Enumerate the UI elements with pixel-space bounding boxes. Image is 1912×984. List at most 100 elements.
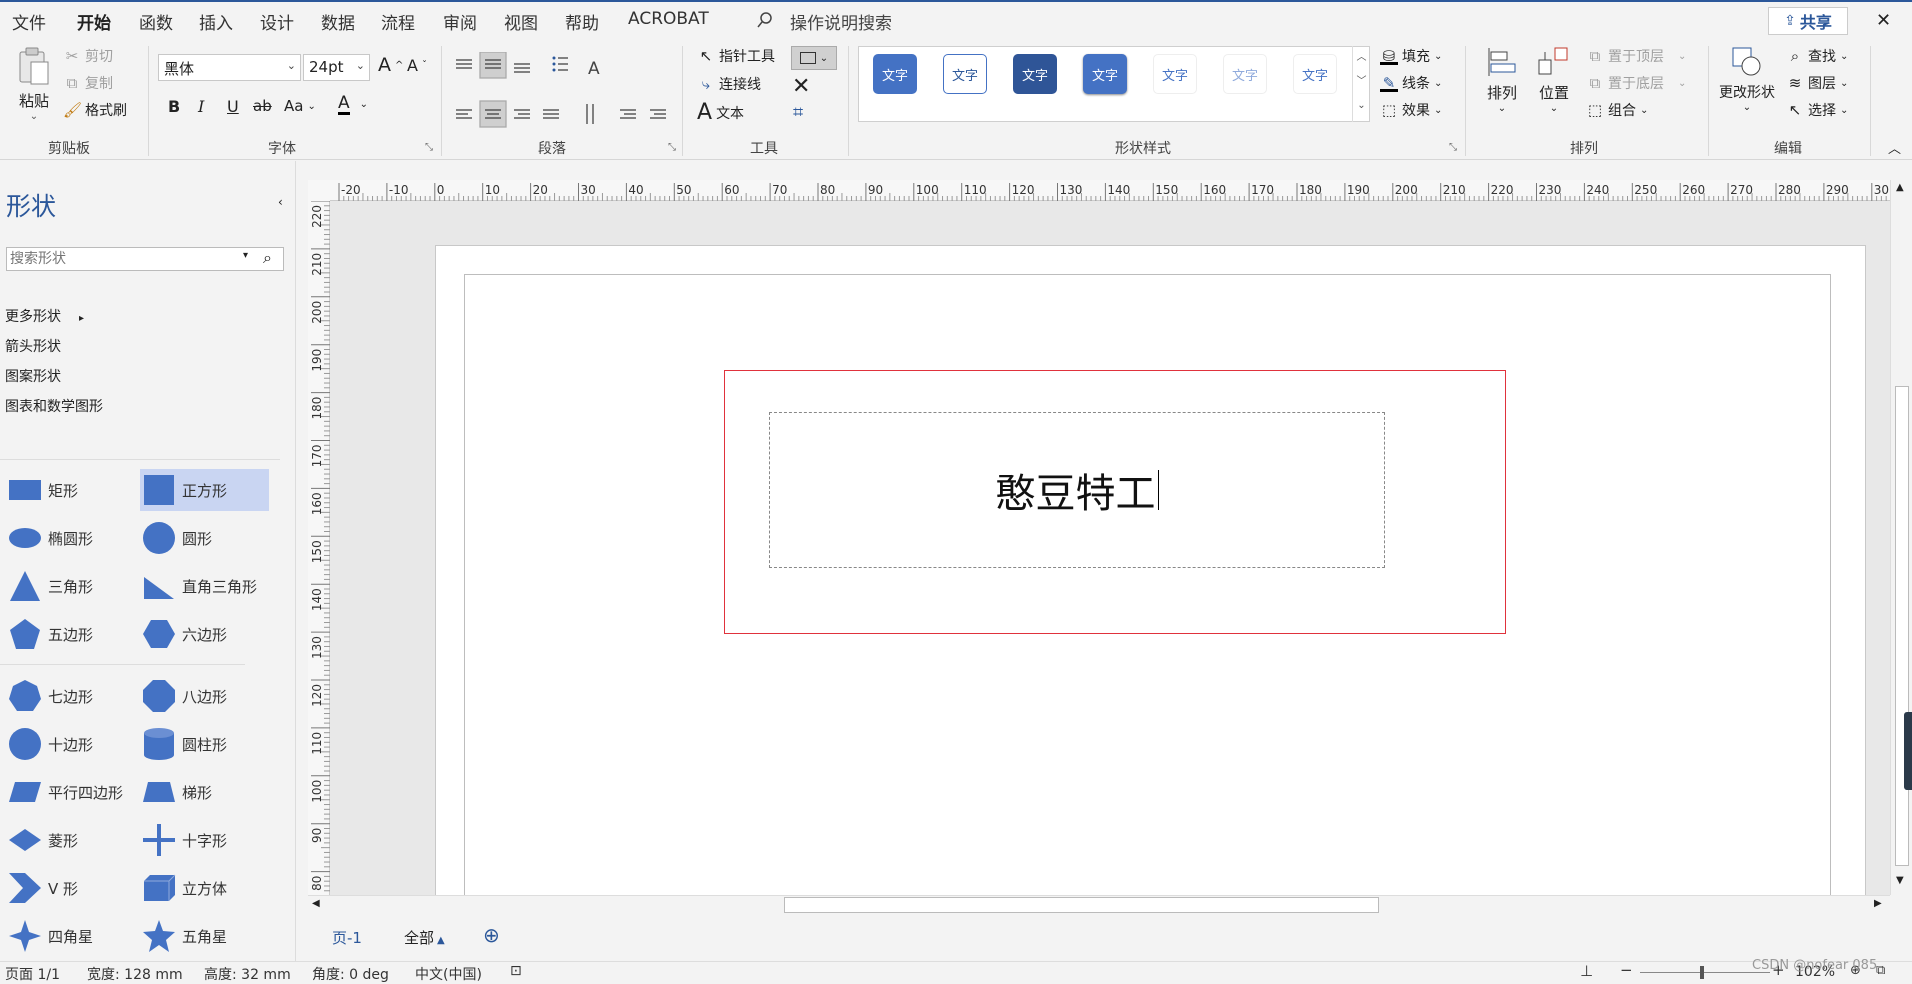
shape-triangle[interactable]: 三角形: [8, 566, 93, 606]
underline-button[interactable]: U: [227, 97, 239, 116]
scroll-right-icon[interactable]: ▶: [1874, 898, 1882, 909]
shape-right-triangle[interactable]: 直角三角形: [142, 566, 257, 606]
shape-heptagon[interactable]: 七边形: [8, 676, 93, 716]
format-painter-button[interactable]: 🖌 格式刷: [63, 100, 127, 120]
dialog-launcher-icon[interactable]: ⤡: [668, 142, 676, 153]
shape-octagon[interactable]: 八边形: [142, 676, 227, 716]
effect-button[interactable]: ⬚ 效果 ⌄: [1380, 100, 1442, 120]
scroll-up-icon[interactable]: ▲: [1896, 182, 1904, 193]
more-shapes-link[interactable]: 更多形状 ▸: [5, 306, 84, 326]
shape-pentagon[interactable]: 五边形: [8, 614, 93, 654]
scrollbar-thumb[interactable]: [784, 897, 1379, 913]
shrink-font-button[interactable]: Aˇ: [407, 56, 427, 75]
scrollbar-thumb[interactable]: [1895, 386, 1909, 866]
style-preset[interactable]: 文字: [1013, 54, 1057, 94]
style-preset[interactable]: 文字: [873, 54, 917, 94]
shape-parallelogram[interactable]: 平行四边形: [8, 772, 123, 812]
stencil-link[interactable]: 图案形状: [5, 366, 61, 386]
dialog-launcher-icon[interactable]: ⤡: [1449, 142, 1457, 153]
italic-button[interactable]: I: [198, 97, 204, 116]
style-preset[interactable]: 文字: [1153, 54, 1197, 94]
paragraph-controls[interactable]: A: [450, 52, 680, 138]
cut-button[interactable]: ✂ 剪切: [63, 46, 113, 66]
status-language[interactable]: 中文(中国): [415, 964, 482, 984]
strikethrough-button[interactable]: ab: [253, 97, 272, 115]
tab-acrobat[interactable]: ACROBAT: [628, 9, 709, 29]
page-tab-1[interactable]: 页-1: [332, 927, 362, 948]
shape-chevron[interactable]: V 形: [8, 868, 78, 908]
shape-square[interactable]: 正方形: [142, 470, 227, 510]
style-preset[interactable]: 文字: [1083, 54, 1127, 94]
change-shape-button[interactable]: 更改形状 ⌄: [1716, 46, 1778, 113]
style-preset[interactable]: 文字: [1223, 54, 1267, 94]
share-button[interactable]: ⇪ 共享: [1768, 7, 1848, 35]
shape-cross[interactable]: 十字形: [142, 820, 227, 860]
side-handle[interactable]: [1904, 712, 1912, 790]
shape-rectangle[interactable]: 矩形: [8, 470, 78, 510]
tell-me-search[interactable]: 操作说明搜索: [790, 9, 892, 34]
find-button[interactable]: ⌕ 查找 ⌄: [1786, 46, 1849, 66]
send-to-back-button[interactable]: ⧉ 置于底层 ⌄: [1586, 73, 1687, 93]
line-button[interactable]: ✎ 线条 ⌄: [1380, 73, 1442, 93]
tab-view[interactable]: 视图: [504, 9, 538, 34]
tab-design[interactable]: 设计: [260, 9, 294, 34]
drawing-canvas[interactable]: 憨豆特工: [330, 201, 1896, 895]
tab-review[interactable]: 审阅: [443, 9, 477, 34]
collapse-ribbon-icon[interactable]: ︿: [1888, 138, 1901, 157]
text-tool-button[interactable]: A 文本: [697, 100, 744, 125]
style-preset[interactable]: 文字: [1293, 54, 1337, 94]
tab-process[interactable]: 流程: [381, 9, 415, 34]
scroll-left-icon[interactable]: ◀: [312, 898, 320, 909]
zoom-slider[interactable]: [1640, 972, 1770, 973]
shape-5-point-star[interactable]: 五角星: [142, 916, 227, 956]
shape-search-box[interactable]: ▾ ⌕: [6, 247, 284, 271]
crop-tool-icon[interactable]: ⌗: [793, 102, 803, 123]
scroll-down-icon[interactable]: ▼: [1896, 875, 1904, 886]
position-button[interactable]: 位置 ⌄: [1532, 46, 1576, 114]
shape-hexagon[interactable]: 六边形: [142, 614, 227, 654]
switch-window-icon[interactable]: ⧉: [1876, 963, 1885, 978]
style-preset[interactable]: 文字: [943, 54, 987, 94]
shape-4-point-star[interactable]: 四角星: [8, 916, 93, 956]
zoom-out-icon[interactable]: −: [1620, 961, 1633, 979]
status-page[interactable]: 页面 1/1: [5, 964, 60, 984]
shape-diamond[interactable]: 菱形: [8, 820, 78, 860]
shape-search-input[interactable]: [7, 248, 227, 270]
shape-text[interactable]: 憨豆特工: [996, 461, 1156, 519]
rectangle-tool-button[interactable]: ⌄: [791, 46, 837, 70]
bring-to-front-button[interactable]: ⧉ 置于顶层 ⌄: [1586, 46, 1687, 66]
collapse-pane-icon[interactable]: ‹: [278, 195, 283, 209]
bold-button[interactable]: B: [168, 97, 180, 116]
tab-functions[interactable]: 函数: [139, 9, 173, 34]
shape-cylinder[interactable]: 圆柱形: [142, 724, 227, 764]
grow-font-button[interactable]: A ^: [378, 54, 403, 76]
zoom-slider-thumb[interactable]: [1700, 966, 1704, 979]
tab-data[interactable]: 数据: [321, 9, 355, 34]
layers-button[interactable]: ≋ 图层 ⌄: [1786, 73, 1849, 93]
shape-trapezoid[interactable]: 梯形: [142, 772, 212, 812]
presentation-icon[interactable]: ⊥: [1580, 962, 1593, 980]
shape-decagon[interactable]: 十边形: [8, 724, 93, 764]
stencil-link[interactable]: 箭头形状: [5, 336, 61, 356]
arrange-button[interactable]: 排列 ⌄: [1480, 46, 1524, 114]
close-x-icon[interactable]: ✕: [792, 74, 810, 99]
group-button[interactable]: ⬚ 组合 ⌄: [1586, 100, 1648, 120]
shape-circle[interactable]: 圆形: [142, 518, 212, 558]
change-case-button[interactable]: Aa ⌄: [284, 97, 316, 115]
tab-insert[interactable]: 插入: [199, 9, 233, 34]
macro-record-icon[interactable]: ⊡: [510, 963, 522, 979]
font-size-select[interactable]: 24pt ⌄: [303, 54, 370, 81]
copy-button[interactable]: ⧉ 复制: [63, 73, 113, 93]
shape-ellipse[interactable]: 椭圆形: [8, 518, 93, 558]
search-icon[interactable]: ⌕: [263, 248, 272, 268]
tab-home[interactable]: 开始: [77, 9, 111, 41]
tab-help[interactable]: 帮助: [565, 9, 599, 34]
dialog-launcher-icon[interactable]: ⤡: [425, 142, 433, 153]
horizontal-scrollbar[interactable]: ◀ ▶: [308, 895, 1890, 913]
fill-button[interactable]: ⛁ 填充 ⌄: [1380, 46, 1442, 66]
add-page-button[interactable]: ⊕: [483, 923, 500, 947]
gallery-scroll[interactable]: ︿ ﹀ ⌄: [1352, 46, 1370, 122]
connector-button[interactable]: ⤷ 连接线: [697, 74, 761, 94]
font-color-button[interactable]: A ⌄: [338, 94, 368, 115]
stencil-link[interactable]: 图表和数学图形: [5, 396, 103, 416]
